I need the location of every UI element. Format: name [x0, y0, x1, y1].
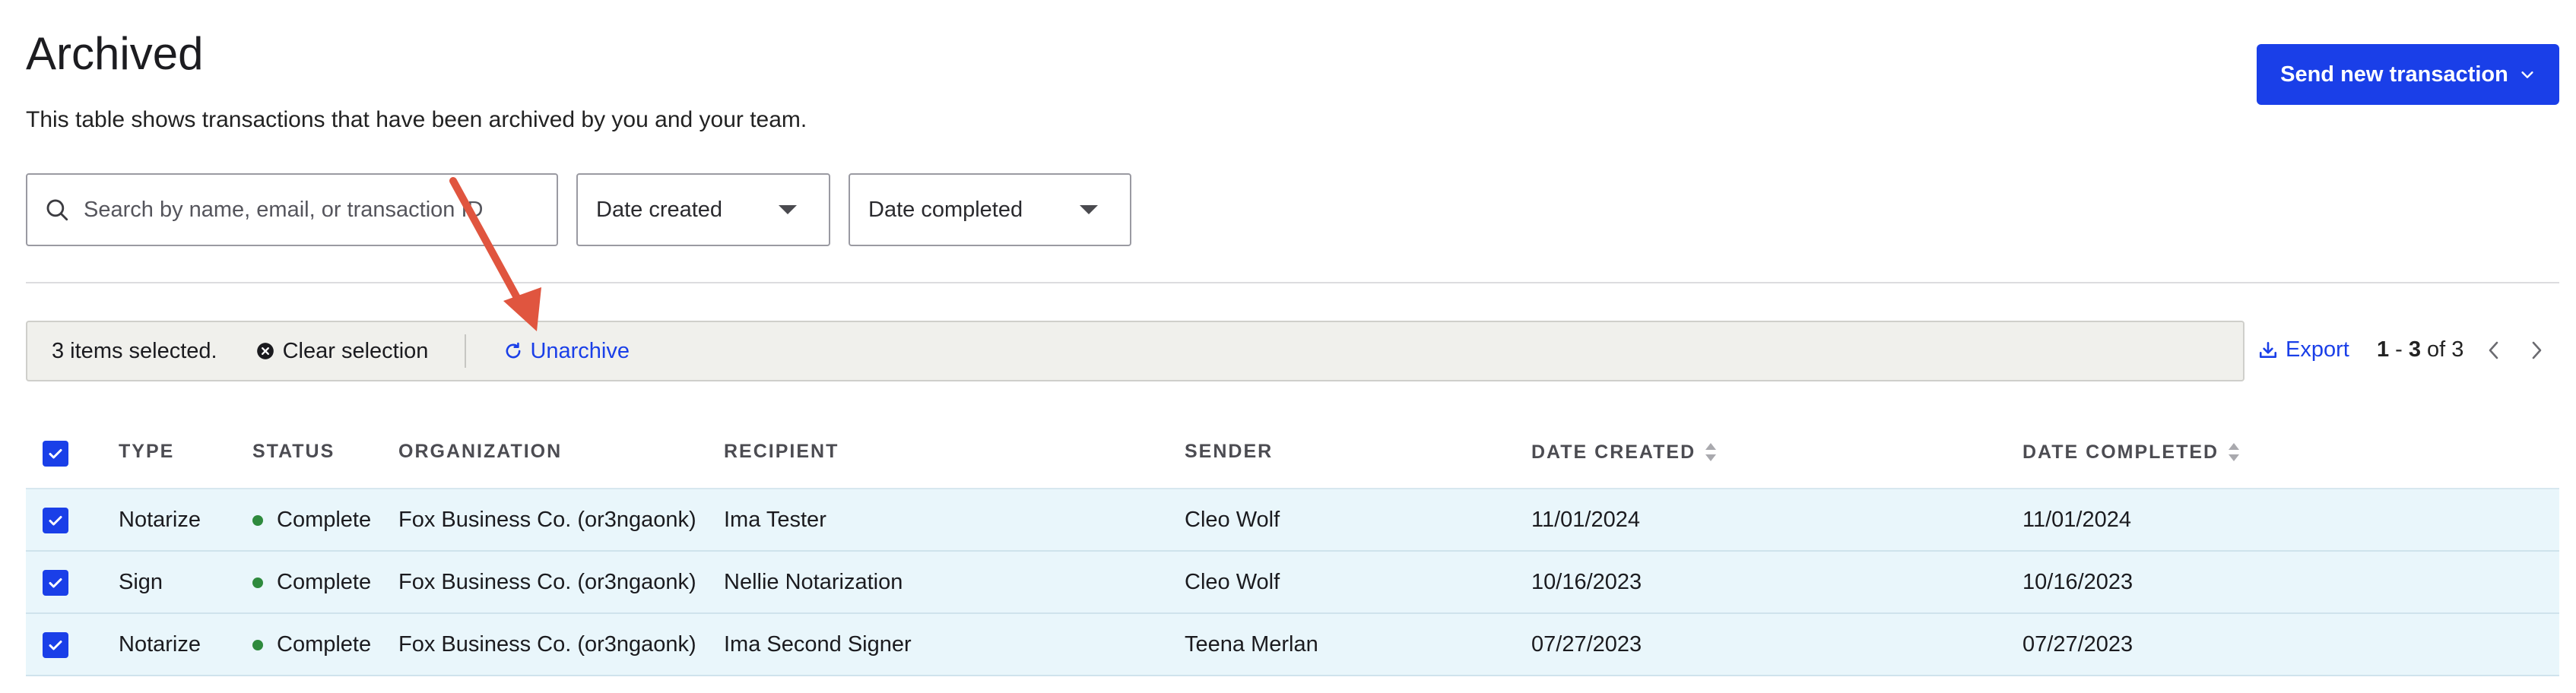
table-row[interactable]: Sign Complete Fox Business Co. (or3ngaon…	[26, 552, 2559, 614]
search-icon	[46, 199, 68, 221]
cell-status: Complete	[252, 632, 371, 657]
page-total: of 3	[2426, 337, 2464, 362]
page-range-separator: -	[2395, 337, 2403, 362]
search-input[interactable]	[84, 197, 525, 223]
select-all-checkbox[interactable]	[43, 441, 68, 467]
date-completed-filter-label: Date completed	[868, 197, 1023, 222]
cell-status: Complete	[252, 508, 371, 533]
cell-sender: Cleo Wolf	[1185, 508, 1280, 532]
column-header-status: STATUS	[252, 441, 335, 462]
selection-count: 3 items selected.	[52, 338, 217, 363]
toolbar-separator	[465, 334, 467, 368]
pagination-summary: 1 - 3 of 3	[2377, 337, 2463, 362]
date-created-filter-label: Date created	[596, 197, 723, 222]
cell-organization: Fox Business Co. (or3ngaonk)	[398, 508, 696, 532]
chevron-down-icon	[2521, 71, 2533, 78]
row-checkbox[interactable]	[43, 570, 68, 596]
row-checkbox[interactable]	[43, 508, 68, 533]
search-box[interactable]	[26, 173, 558, 246]
export-label: Export	[2286, 337, 2349, 362]
column-header-date-completed[interactable]: DATE COMPLETED	[2022, 441, 2241, 464]
checkbox-checked-icon	[49, 516, 62, 526]
column-header-recipient: RECIPIENT	[724, 441, 839, 462]
chevron-left-icon[interactable]	[2485, 339, 2503, 362]
status-label: Complete	[277, 570, 372, 594]
cell-type: Sign	[119, 570, 163, 594]
status-label: Complete	[277, 632, 372, 657]
cell-type: Notarize	[119, 632, 201, 657]
caret-down-icon	[1080, 205, 1098, 214]
table-row[interactable]: Notarize Complete Fox Business Co. (or3n…	[26, 489, 2559, 552]
unarchive-label: Unarchive	[530, 338, 630, 363]
send-new-transaction-label: Send new transaction	[2280, 62, 2508, 87]
cell-date-completed: 11/01/2024	[2022, 508, 2131, 532]
close-circle-icon	[256, 343, 274, 359]
refresh-icon	[506, 342, 521, 359]
export-button[interactable]: Export	[2258, 337, 2349, 362]
cell-date-completed: 10/16/2023	[2022, 570, 2133, 594]
page-title: Archived	[26, 28, 204, 79]
cell-organization: Fox Business Co. (or3ngaonk)	[398, 570, 696, 594]
page-start: 1	[2377, 337, 2390, 362]
chevron-right-icon[interactable]	[2527, 339, 2546, 362]
status-dot-icon	[252, 514, 263, 526]
cell-recipient: Nellie Notarization	[724, 570, 903, 594]
row-checkbox[interactable]	[43, 632, 68, 658]
sort-icon[interactable]	[1703, 441, 1718, 464]
cell-recipient: Ima Second Signer	[724, 632, 912, 657]
column-header-sender: SENDER	[1185, 441, 1274, 462]
column-header-type: TYPE	[119, 441, 175, 462]
cell-type: Notarize	[119, 508, 201, 532]
clear-selection-label: Clear selection	[282, 338, 429, 363]
table-row[interactable]: Notarize Complete Fox Business Co. (or3n…	[26, 614, 2559, 676]
cell-date-created: 07/27/2023	[1531, 632, 1642, 657]
download-icon	[2259, 341, 2277, 358]
column-header-date-created[interactable]: DATE CREATED	[1531, 441, 1718, 464]
column-header-organization: ORGANIZATION	[398, 441, 563, 462]
clear-selection-button[interactable]: Clear selection	[255, 338, 429, 364]
checkbox-checked-icon	[49, 578, 62, 588]
date-created-filter[interactable]: Date created	[576, 173, 830, 246]
table-header: TYPE STATUS ORGANIZATION RECIPIENT SENDE…	[26, 426, 2559, 489]
checkbox-checked-icon	[49, 641, 62, 650]
cell-date-created: 10/16/2023	[1531, 570, 1642, 594]
send-new-transaction-button[interactable]: Send new transaction	[2257, 44, 2559, 105]
status-dot-icon	[252, 577, 263, 588]
date-completed-filter[interactable]: Date completed	[849, 173, 1131, 246]
cell-recipient: Ima Tester	[724, 508, 826, 532]
selection-bar: 3 items selected. Clear selection Unarch…	[26, 321, 2244, 381]
status-label: Complete	[277, 508, 372, 532]
cell-sender: Cleo Wolf	[1185, 570, 1280, 594]
section-divider	[26, 282, 2559, 283]
cell-status: Complete	[252, 570, 371, 595]
status-dot-icon	[252, 639, 263, 650]
date-created-header-label: DATE CREATED	[1531, 441, 1696, 463]
checkbox-checked-icon	[49, 449, 62, 459]
cell-date-created: 11/01/2024	[1531, 508, 1640, 532]
unarchive-button[interactable]: Unarchive	[503, 339, 630, 364]
page-description: This table shows transactions that have …	[26, 107, 807, 132]
sort-icon[interactable]	[2226, 441, 2241, 464]
cell-organization: Fox Business Co. (or3ngaonk)	[398, 632, 696, 657]
cell-date-completed: 07/27/2023	[2022, 632, 2133, 657]
date-completed-header-label: DATE COMPLETED	[2022, 441, 2219, 463]
page-end: 3	[2408, 337, 2421, 362]
cell-sender: Teena Merlan	[1185, 632, 1318, 657]
caret-down-icon	[779, 205, 797, 214]
